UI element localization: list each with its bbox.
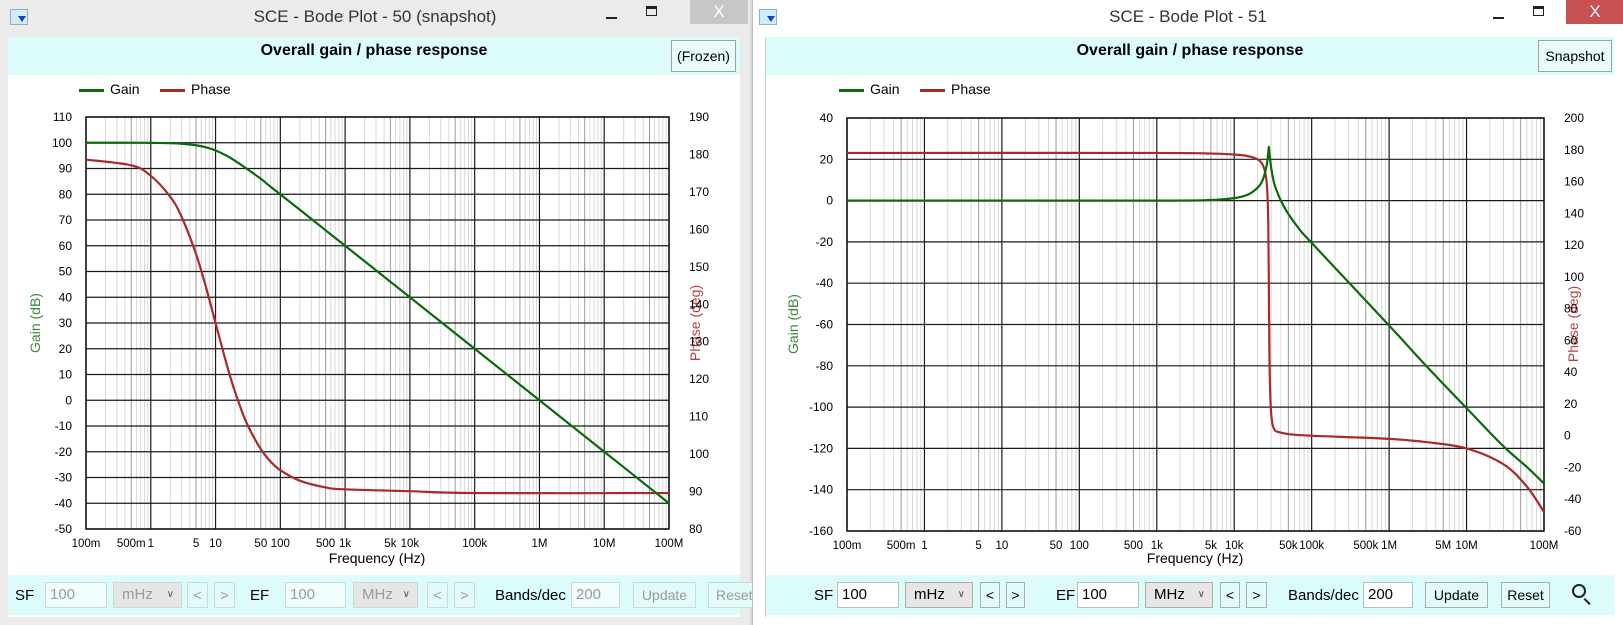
bands-label: Bands/dec bbox=[495, 587, 566, 604]
legend-phase-swatch bbox=[160, 89, 185, 92]
legend-phase-label: Phase bbox=[951, 81, 991, 97]
bands-label: Bands/dec bbox=[1288, 587, 1359, 604]
bands-input[interactable]: 200 bbox=[571, 582, 620, 608]
chevron-down-icon: ∨ bbox=[166, 589, 174, 600]
ef-next-button[interactable]: > bbox=[1246, 582, 1267, 608]
chart-title: Overall gain / phase response bbox=[260, 42, 488, 59]
ef-label: EF bbox=[250, 587, 270, 604]
ef-unit-select[interactable]: MHz ∨ bbox=[353, 582, 418, 608]
legend-gain-label: Gain bbox=[870, 81, 900, 97]
magnifier-icon[interactable] bbox=[1572, 584, 1586, 598]
reset-button[interactable]: Reset bbox=[708, 582, 758, 608]
title-bar[interactable]: SCE - Bode Plot - 51 X bbox=[753, 0, 1623, 36]
snapshot-button[interactable]: Snapshot bbox=[1538, 40, 1612, 72]
sf-unit-value: mHz bbox=[122, 586, 153, 603]
sf-prev-button[interactable]: < bbox=[187, 582, 208, 608]
sf-input[interactable]: 100 bbox=[837, 582, 899, 608]
sf-next-button[interactable]: > bbox=[1006, 582, 1025, 608]
chevron-down-icon: ∨ bbox=[402, 589, 410, 600]
close-icon[interactable]: X bbox=[690, 0, 748, 24]
minimize-icon[interactable] bbox=[592, 0, 632, 24]
ef-input[interactable]: 100 bbox=[285, 582, 346, 608]
close-icon[interactable]: X bbox=[1566, 0, 1623, 24]
frozen-button[interactable]: (Frozen) bbox=[671, 40, 736, 72]
chevron-down-icon: ∨ bbox=[957, 589, 965, 600]
chart-header: Overall gain / phase response (Frozen) bbox=[8, 37, 740, 75]
legend-phase-swatch bbox=[920, 89, 945, 92]
ef-unit-value: MHz bbox=[362, 586, 393, 603]
maximize-icon[interactable] bbox=[1519, 0, 1559, 24]
legend-gain-label: Gain bbox=[110, 81, 140, 97]
maximize-icon[interactable] bbox=[632, 0, 672, 24]
title-bar[interactable]: SCE - Bode Plot - 50 (snapshot) X bbox=[0, 0, 750, 36]
sf-next-button[interactable]: > bbox=[214, 582, 235, 608]
sf-prev-button[interactable]: < bbox=[980, 582, 1000, 608]
sf-label: SF bbox=[814, 587, 834, 604]
plot-area bbox=[8, 37, 740, 617]
sf-unit-value: mHz bbox=[914, 586, 945, 603]
chart-header: Overall gain / phase response Snapshot bbox=[766, 37, 1614, 75]
sf-input[interactable]: 100 bbox=[45, 582, 107, 608]
sf-unit-select[interactable]: mHz ∨ bbox=[905, 582, 973, 608]
minimize-icon[interactable] bbox=[1479, 0, 1519, 24]
ef-prev-button[interactable]: < bbox=[427, 582, 448, 608]
ef-input[interactable]: 100 bbox=[1077, 582, 1139, 608]
sf-label: SF bbox=[15, 587, 35, 604]
bode-window-51: SCE - Bode Plot - 51 X Overall gain / ph… bbox=[752, 0, 1623, 625]
sf-unit-select[interactable]: mHz ∨ bbox=[113, 582, 182, 608]
legend-gain-swatch bbox=[79, 89, 104, 92]
plot-area bbox=[765, 37, 1615, 617]
update-button[interactable]: Update bbox=[633, 582, 696, 608]
ef-unit-select[interactable]: MHz ∨ bbox=[1145, 582, 1213, 608]
reset-button[interactable]: Reset bbox=[1501, 582, 1550, 608]
update-button[interactable]: Update bbox=[1425, 582, 1488, 608]
ef-next-button[interactable]: > bbox=[454, 582, 475, 608]
chevron-down-icon: ∨ bbox=[1197, 589, 1205, 600]
ef-prev-button[interactable]: < bbox=[1220, 582, 1240, 608]
legend-gain-swatch bbox=[839, 89, 864, 92]
legend-phase-label: Phase bbox=[191, 81, 231, 97]
ef-label: EF bbox=[1056, 587, 1076, 604]
bands-input[interactable]: 200 bbox=[1363, 582, 1413, 608]
bode-window-50: SCE - Bode Plot - 50 (snapshot) X Overal… bbox=[0, 0, 758, 625]
chart-title: Overall gain / phase response bbox=[1076, 42, 1304, 59]
ef-unit-value: MHz bbox=[1154, 586, 1185, 603]
